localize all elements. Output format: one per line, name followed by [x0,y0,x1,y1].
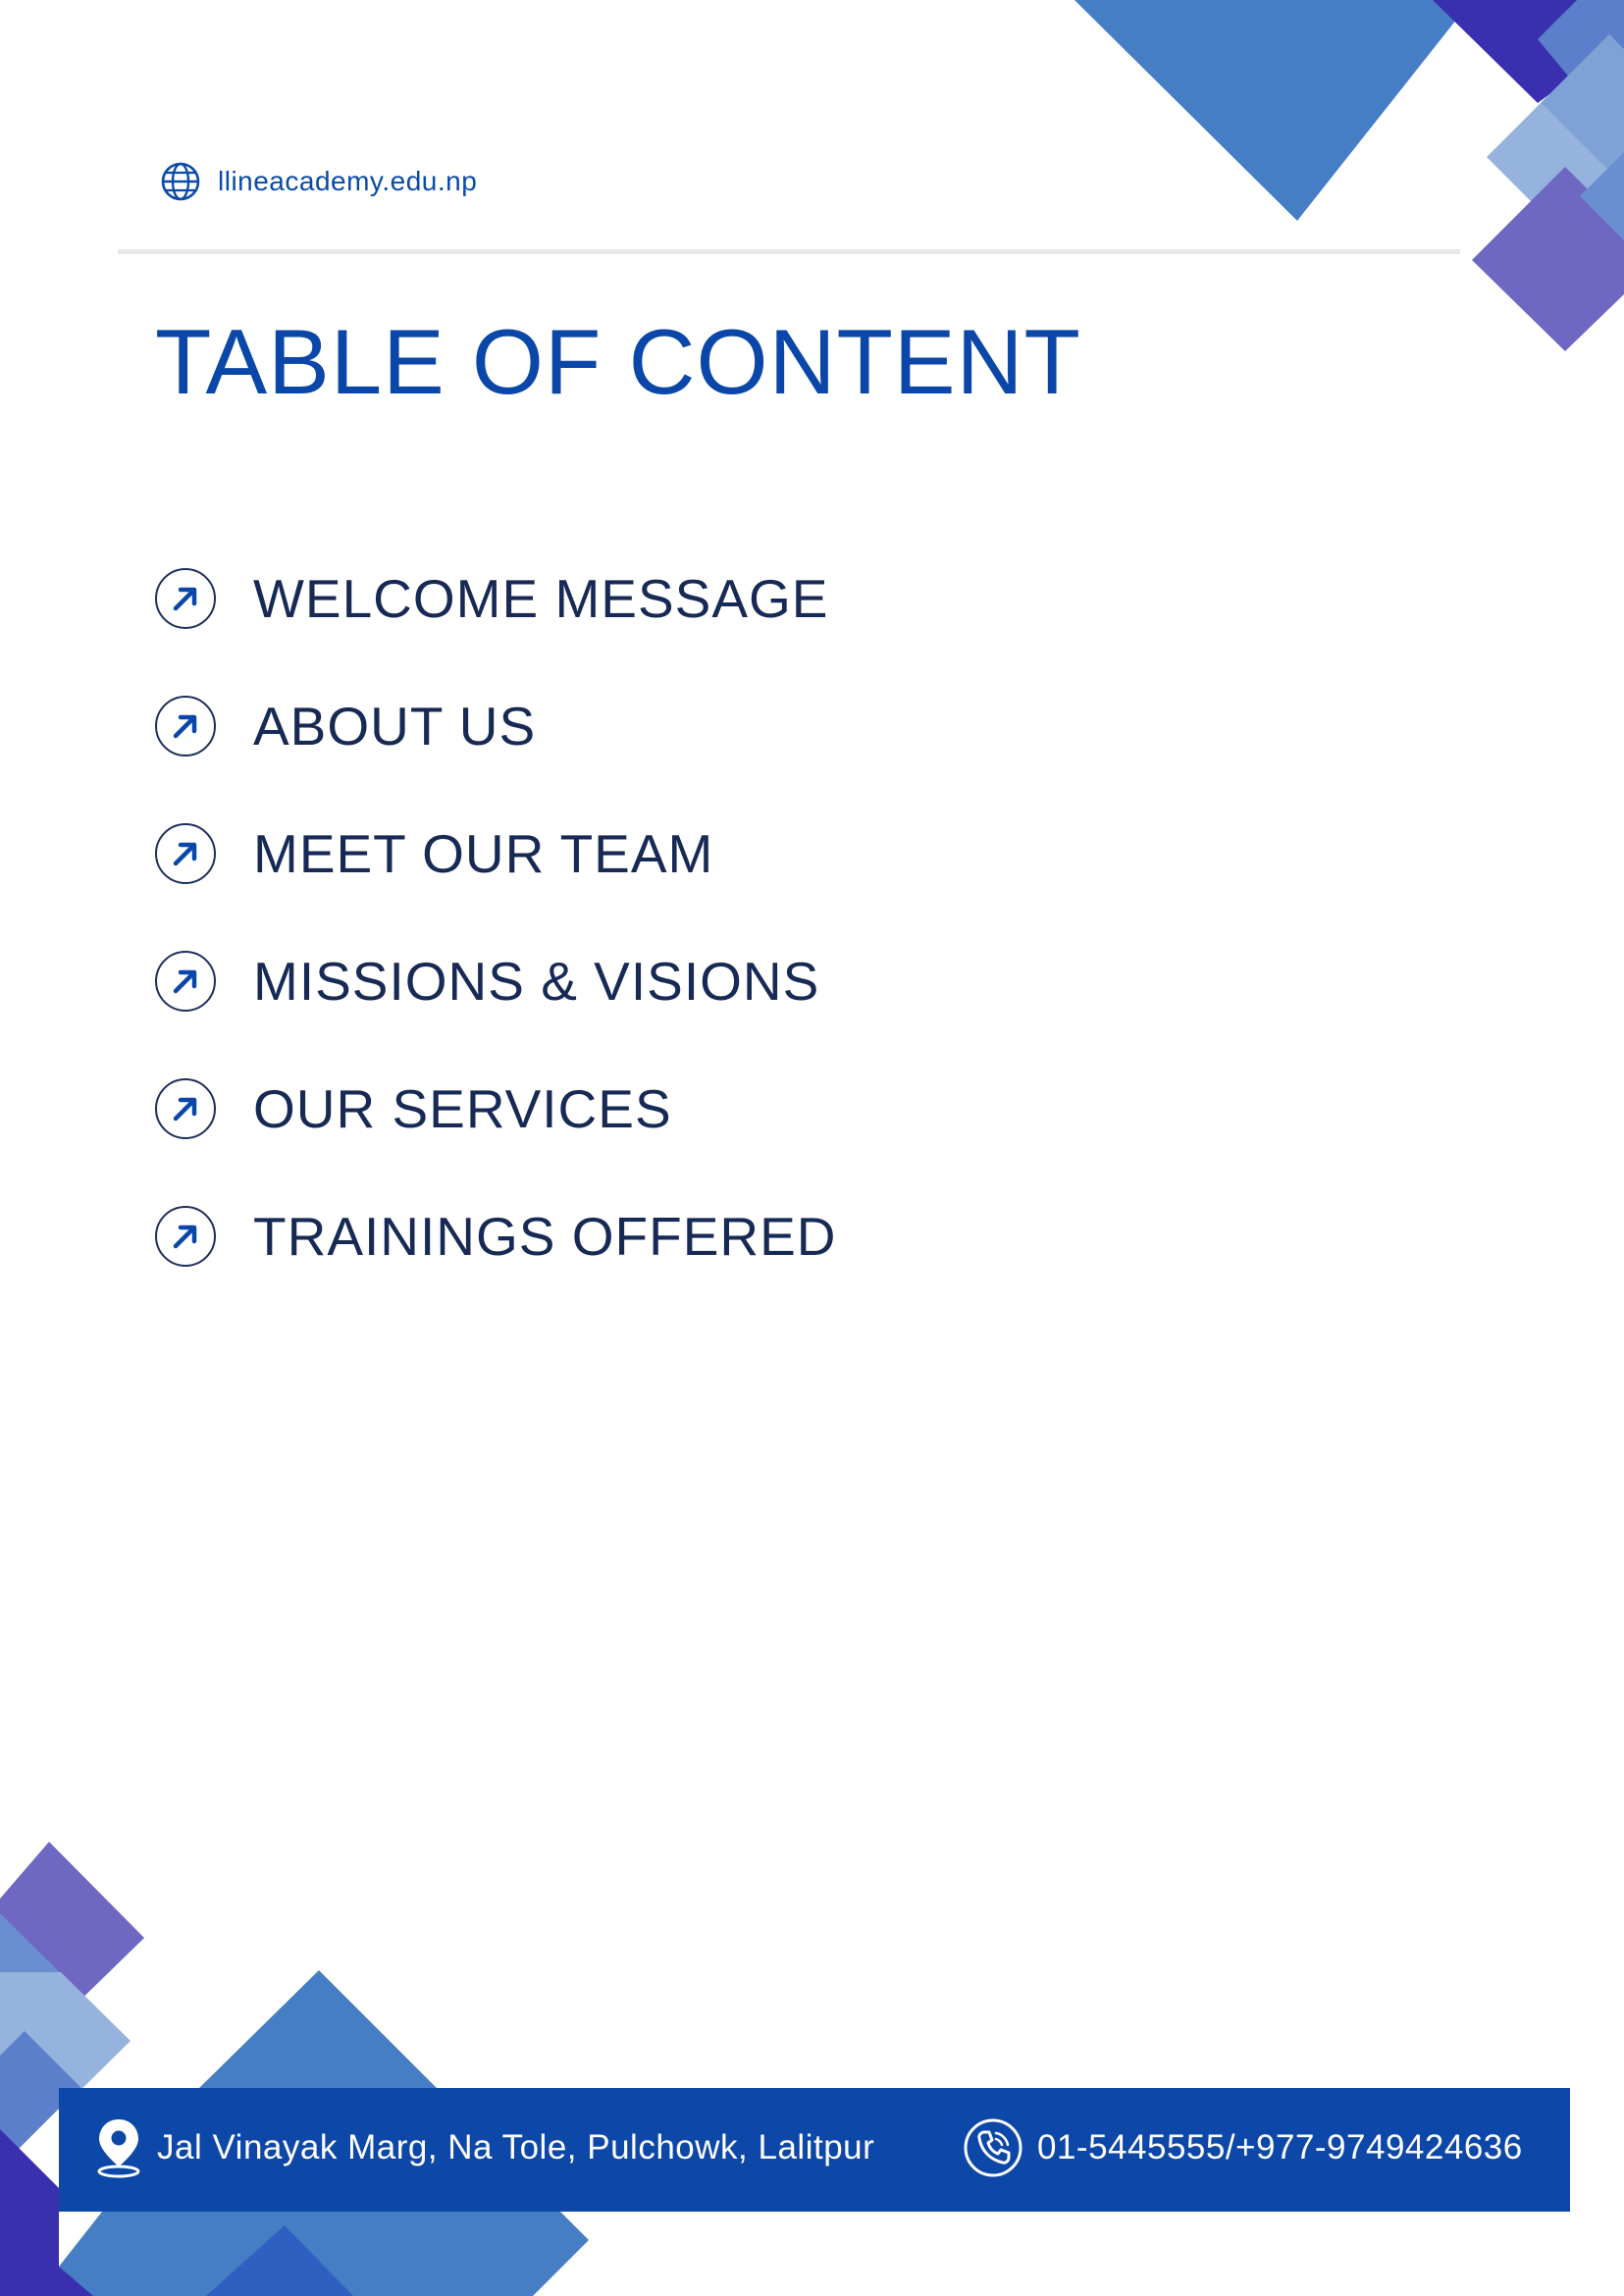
footer-address: Jal Vinayak Marg, Na Tole, Pulchowk, Lal… [94,2117,874,2178]
top-right-light-diamond [1487,103,1609,226]
toc-item-label: TRAININGS OFFERED [253,1205,837,1267]
arrow-up-right-circle-icon [155,696,216,757]
toc-item-our-services[interactable]: OUR SERVICES [154,1045,837,1173]
footer-contact-bar: Jal Vinayak Marg, Na Tole, Pulchowk, Lal… [59,2088,1570,2212]
toc-item-trainings-offered[interactable]: TRAININGS OFFERED [154,1173,837,1300]
toc-item-label: OUR SERVICES [253,1077,672,1139]
globe-icon [161,162,200,201]
header-divider [118,249,1460,254]
arrow-up-right-circle-icon [155,951,216,1012]
top-right-large-diamond [1074,0,1472,221]
arrow-up-right-circle-icon [155,568,216,629]
phone-text[interactable]: 01-5445555/+977-9749424636 [1037,2128,1523,2167]
top-right-violet-diamond [1472,167,1624,351]
table-of-contents: WELCOME MESSAGE ABOUT US MEET OUR TEAM M… [154,535,837,1300]
footer-phone[interactable]: 01-5445555/+977-9749424636 [963,2117,1523,2178]
arrow-up-right-circle-icon [155,823,216,884]
toc-item-welcome-message[interactable]: WELCOME MESSAGE [154,535,837,662]
top-right-mid-diamond [1580,152,1624,240]
arrow-up-right-circle-icon [155,1206,216,1267]
top-right-indigo-diamond [1433,0,1624,103]
toc-item-about-us[interactable]: ABOUT US [154,662,837,790]
toc-item-label: WELCOME MESSAGE [253,567,829,629]
bottom-left-dark-diamond [206,2225,353,2296]
address-text: Jal Vinayak Marg, Na Tole, Pulchowk, Lal… [157,2128,875,2166]
bottom-left-blue-diamond [0,1913,86,2085]
arrow-up-right-circle-icon [155,1078,216,1139]
bottom-left-violet-diamond [0,1842,144,2013]
top-right-light-diamond-2 [1541,34,1624,172]
toc-item-meet-our-team[interactable]: MEET OUR TEAM [154,790,837,917]
website-url[interactable]: llineacademy.edu.np [218,166,477,197]
website-header[interactable]: llineacademy.edu.np [159,160,477,203]
toc-item-label: ABOUT US [253,695,537,757]
location-pin-icon [97,2119,140,2178]
toc-item-missions-visions[interactable]: MISSIONS & VISIONS [154,917,837,1045]
phone-icon [964,2118,1022,2177]
toc-item-label: MISSIONS & VISIONS [253,950,820,1012]
top-right-blue-diamond [1538,0,1624,126]
page-title: TABLE OF CONTENT [155,310,1081,413]
toc-item-label: MEET OUR TEAM [253,822,714,884]
